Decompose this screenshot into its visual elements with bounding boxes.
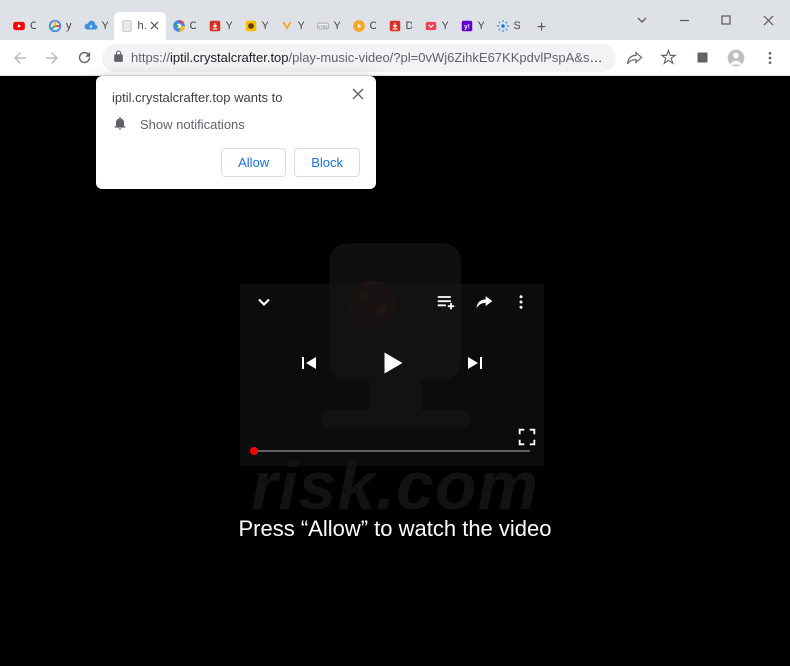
- dl-red-icon: [208, 19, 222, 33]
- reload-button[interactable]: [70, 44, 98, 72]
- tab-12[interactable]: y! Y: [454, 12, 490, 40]
- video-player: [240, 284, 544, 466]
- tabs-strip: Cy Yht C Y Y Y YTDC Y C D Yy! Y S +: [0, 0, 622, 40]
- tab-label: Y: [298, 20, 304, 32]
- chrome-icon: [172, 19, 186, 33]
- tab-10[interactable]: D: [382, 12, 418, 40]
- collapse-button[interactable]: [254, 292, 274, 317]
- tab-1[interactable]: y: [42, 12, 78, 40]
- play-button[interactable]: [374, 345, 410, 386]
- tab-0[interactable]: C: [6, 12, 42, 40]
- tab-label: y: [66, 20, 72, 32]
- tab-label: ht: [138, 20, 147, 32]
- v-icon: [280, 19, 294, 33]
- popup-title: iptil.crystalcrafter.top wants to: [112, 90, 360, 105]
- notification-permission-popup: iptil.crystalcrafter.top wants to Show n…: [96, 76, 376, 189]
- tab-label: Y: [262, 20, 268, 32]
- google-icon: [48, 19, 62, 33]
- allow-button[interactable]: Allow: [221, 148, 286, 177]
- ytdc-icon: YTDC: [316, 19, 330, 33]
- progress-bar[interactable]: [254, 450, 530, 452]
- doc-icon: [120, 19, 134, 33]
- back-button[interactable]: [6, 44, 34, 72]
- window-maximize-button[interactable]: [706, 6, 746, 34]
- tab-13[interactable]: S: [490, 12, 526, 40]
- tab-7[interactable]: Y: [274, 12, 310, 40]
- tab-label: Y: [442, 20, 448, 32]
- url-text: https://iptil.crystalcrafter.top/play-mu…: [131, 50, 606, 65]
- toolbar-right: [620, 44, 784, 72]
- tab-9[interactable]: C: [346, 12, 382, 40]
- cloud-icon: [84, 19, 98, 33]
- progress-handle[interactable]: [250, 447, 258, 455]
- cta-text: Press “Allow” to watch the video: [0, 516, 790, 542]
- permission-label: Show notifications: [140, 117, 245, 132]
- fullscreen-button[interactable]: [516, 426, 538, 453]
- url-host: iptil.crystalcrafter.top: [170, 50, 289, 65]
- account-button[interactable]: [722, 44, 750, 72]
- permission-row: Show notifications: [112, 115, 360, 134]
- tab-label: Y: [102, 20, 108, 32]
- next-button[interactable]: [464, 351, 488, 380]
- tab-2[interactable]: Y: [78, 12, 114, 40]
- window-close-button[interactable]: [748, 6, 788, 34]
- player-share-button[interactable]: [474, 292, 494, 317]
- lock-icon: [112, 50, 125, 66]
- window-controls: [622, 0, 790, 40]
- popup-buttons: Allow Block: [112, 148, 360, 177]
- tab-label: Y: [334, 20, 340, 32]
- popup-close-button[interactable]: [348, 84, 368, 104]
- bell-icon: [112, 115, 130, 134]
- new-tab-button[interactable]: +: [530, 16, 554, 40]
- tab-11[interactable]: Y: [418, 12, 454, 40]
- tab-label: D: [406, 20, 412, 32]
- pocket-icon: [424, 19, 438, 33]
- titlebar: Cy Yht C Y Y Y YTDC Y C D Yy! Y S +: [0, 0, 790, 40]
- menu-button[interactable]: [756, 44, 784, 72]
- window-chevron-button[interactable]: [622, 6, 662, 34]
- url-path: /play-music-video/?pl=0vWj6ZihkE67KKpdvl…: [289, 50, 606, 65]
- svg-text:YTDC: YTDC: [318, 25, 328, 29]
- queue-button[interactable]: [436, 292, 456, 317]
- youtube-icon: [12, 19, 26, 33]
- tab-4[interactable]: C: [166, 12, 202, 40]
- share-page-button[interactable]: [620, 44, 648, 72]
- tab-label: Y: [226, 20, 232, 32]
- forward-button[interactable]: [38, 44, 66, 72]
- address-bar[interactable]: https://iptil.crystalcrafter.top/play-mu…: [102, 44, 616, 72]
- svg-text:y!: y!: [464, 23, 470, 30]
- tab-label: S: [514, 20, 520, 32]
- extensions-button[interactable]: [688, 44, 716, 72]
- tab-6[interactable]: Y: [238, 12, 274, 40]
- gear-icon: [496, 19, 510, 33]
- player-controls: [240, 345, 544, 386]
- toolbar: https://iptil.crystalcrafter.top/play-mu…: [0, 40, 790, 76]
- dl-red-icon: [388, 19, 402, 33]
- tab-5[interactable]: Y: [202, 12, 238, 40]
- tab-3[interactable]: ht: [114, 12, 166, 40]
- tab-label: C: [370, 20, 376, 32]
- block-button[interactable]: Block: [294, 148, 360, 177]
- window-minimize-button[interactable]: [664, 6, 704, 34]
- play-icon: [352, 19, 366, 33]
- player-more-button[interactable]: [512, 293, 530, 316]
- tab-8[interactable]: YTDC Y: [310, 12, 346, 40]
- tab-label: Y: [478, 20, 484, 32]
- url-scheme: https://: [131, 50, 170, 65]
- bookmark-button[interactable]: [654, 44, 682, 72]
- browser-window: Cy Yht C Y Y Y YTDC Y C D Yy! Y S +: [0, 0, 790, 666]
- tab-label: C: [190, 20, 196, 32]
- previous-button[interactable]: [296, 351, 320, 380]
- tab-close-icon[interactable]: [150, 21, 159, 31]
- bee-icon: [244, 19, 258, 33]
- yahoo-icon: y!: [460, 19, 474, 33]
- player-topbar: [240, 284, 544, 325]
- tab-label: C: [30, 20, 36, 32]
